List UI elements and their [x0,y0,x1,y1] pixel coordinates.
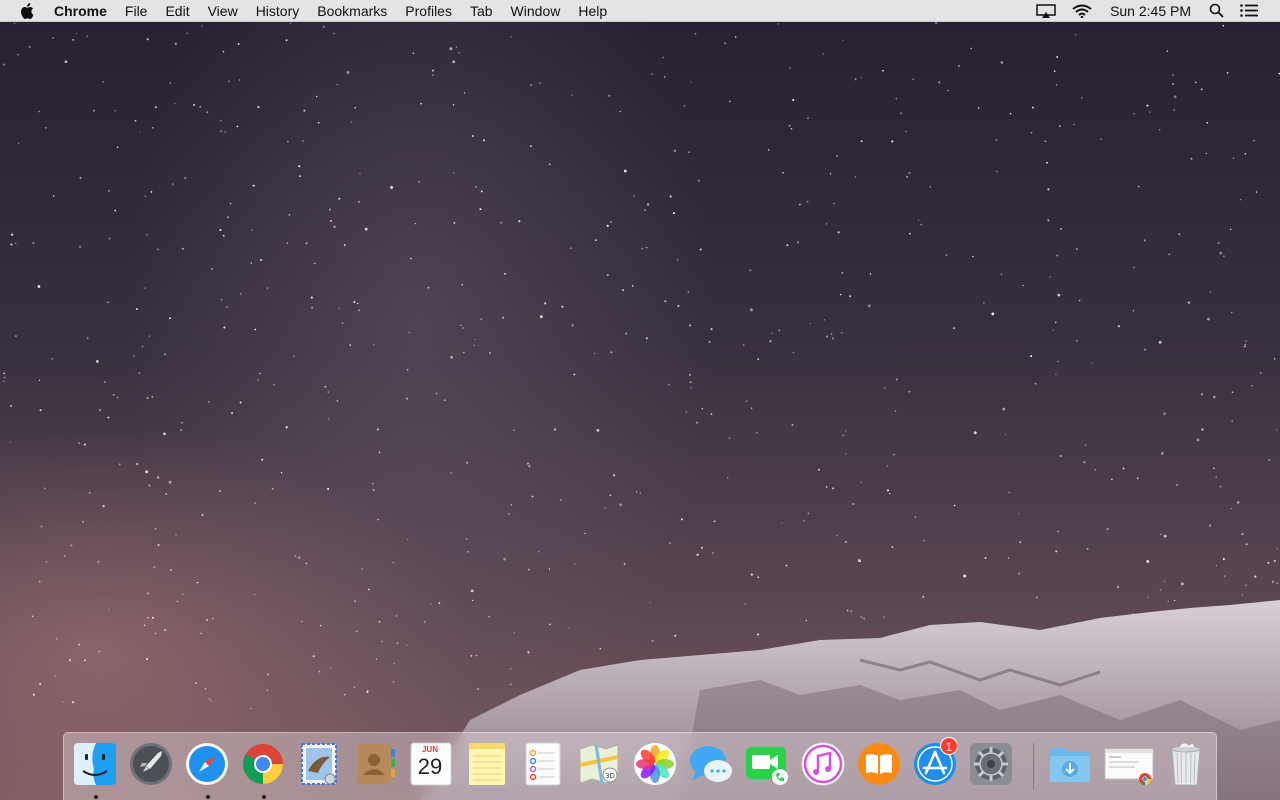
screenshot-thumbnail-icon [1104,748,1154,786]
dock-itunes[interactable] [800,741,848,793]
ibooks-icon [858,743,900,785]
dock-system-preferences[interactable] [968,741,1016,793]
maps-icon: 3D [579,744,619,784]
dock-maps[interactable]: 3D [576,741,624,793]
menu-file[interactable]: File [116,0,157,22]
safari-running-indicator [206,795,210,799]
mail-icon [301,743,337,785]
menu-view[interactable]: View [199,0,247,22]
dock-separator [1033,743,1034,789]
dock-photos[interactable] [632,741,680,793]
menu-bar: Chrome File Edit View History Bookmarks … [0,0,1280,22]
photos-icon [634,743,676,785]
finder-icon [74,743,116,785]
dock-chrome[interactable] [240,741,288,799]
dock-app-store[interactable]: 1 [912,737,960,793]
chrome-running-indicator [262,795,266,799]
menu-tab[interactable]: Tab [461,0,502,22]
menu-profiles[interactable]: Profiles [396,0,461,22]
dock-trash[interactable] [1163,741,1211,793]
dock-ibooks[interactable] [856,741,904,793]
dock: JUN 29 3D 1 [63,732,1217,800]
launchpad-icon [130,743,172,785]
dock-launchpad[interactable] [128,741,176,793]
menu-app-name[interactable]: Chrome [44,0,116,22]
messages-icon [690,746,732,782]
menu-window[interactable]: Window [502,0,570,22]
dock-finder[interactable] [72,741,120,799]
dock-notes[interactable] [464,741,512,793]
notification-center-icon[interactable] [1232,0,1266,22]
dock-messages[interactable] [688,741,736,793]
dock-facetime[interactable] [744,741,792,793]
menu-bar-clock[interactable]: Sun 2:45 PM [1100,0,1201,22]
calendar-day: 29 [417,754,443,779]
notes-icon [469,743,505,785]
reminders-icon [525,742,561,786]
contacts-icon [357,744,395,784]
dock-downloads-stack[interactable] [1047,741,1095,793]
safari-icon [186,743,228,785]
svg-text:3D: 3D [605,772,615,780]
dock-reminders[interactable] [520,741,568,793]
dock-screenshot-stack[interactable] [1103,741,1155,793]
apple-menu-icon[interactable] [10,0,44,22]
itunes-icon [801,742,845,786]
menu-bookmarks[interactable]: Bookmarks [308,0,396,22]
dock-calendar[interactable]: JUN 29 [408,741,456,793]
calendar-month: JUN [421,745,438,754]
facetime-icon [746,747,788,785]
wifi-icon[interactable] [1064,0,1100,22]
downloads-folder-icon [1050,748,1090,782]
spotlight-search-icon[interactable] [1201,0,1232,22]
finder-running-indicator [94,795,98,799]
dock-contacts[interactable] [352,741,400,793]
dock-safari[interactable] [184,741,232,799]
chrome-icon [243,744,283,784]
trash-icon [1171,742,1201,786]
menu-edit[interactable]: Edit [156,0,198,22]
airplay-icon[interactable] [1028,0,1064,22]
system-preferences-icon [970,743,1012,785]
dock-mail[interactable] [296,741,344,793]
menu-history[interactable]: History [247,0,309,22]
menu-help[interactable]: Help [569,0,616,22]
app-store-update-badge: 1 [940,737,958,755]
